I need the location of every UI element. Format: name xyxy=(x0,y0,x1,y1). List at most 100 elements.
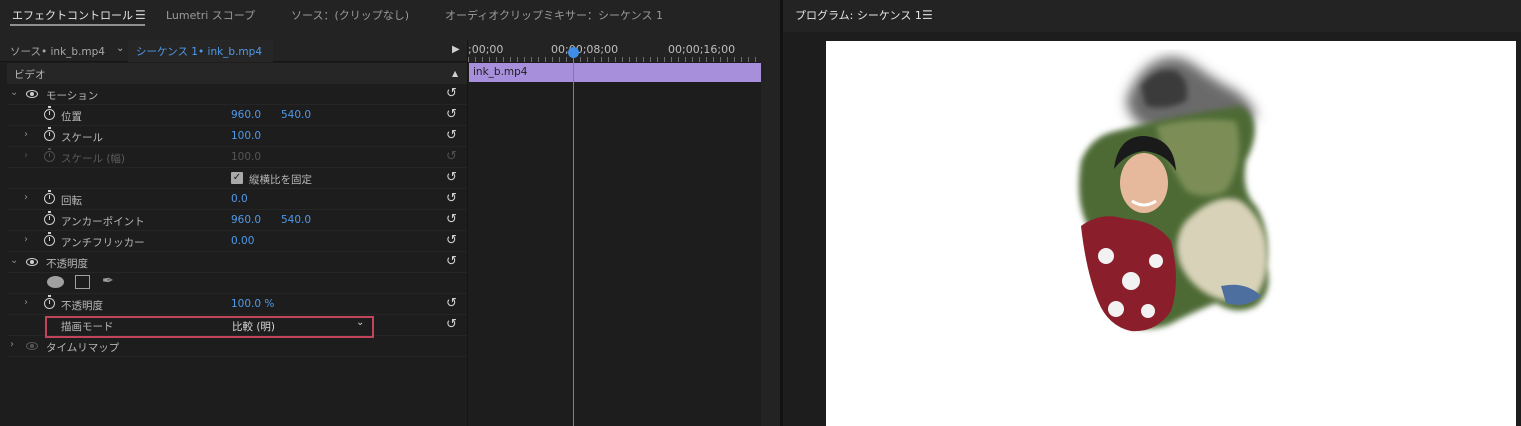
tab-source[interactable]: ソース：(クリップなし) xyxy=(291,7,409,23)
program-monitor: プログラム: シーケンス 1 ☰ xyxy=(783,0,1521,426)
param-scale: › スケール 100.0 ↺ xyxy=(7,126,467,147)
anti-flicker-value[interactable]: 0.00 xyxy=(231,235,254,247)
scale-width-label: スケール (幅) xyxy=(61,153,126,165)
active-tab-underline xyxy=(10,24,145,26)
expand-chevron-icon[interactable]: › xyxy=(24,234,28,245)
time-ruler[interactable]: ;00;00 00;00;08;00 00;00;16;00 xyxy=(468,40,761,62)
reset-icon[interactable]: ↺ xyxy=(446,128,457,143)
tab-effect-controls[interactable]: エフェクトコントロール xyxy=(12,7,133,23)
param-position: 位置 960.0 540.0 ↺ xyxy=(7,105,467,126)
video-section-label: ビデオ xyxy=(14,69,46,81)
ellipse-mask-icon[interactable] xyxy=(47,276,64,288)
position-x-value[interactable]: 960.0 xyxy=(231,109,261,121)
param-opacity: › 不透明度 100.0 % ↺ xyxy=(7,294,467,315)
scale-width-value: 100.0 xyxy=(231,151,262,163)
rotation-label: 回転 xyxy=(61,195,82,207)
tick-label: 00;00;16;00 xyxy=(668,43,736,56)
opacity-param-label: 不透明度 xyxy=(61,300,103,312)
uniform-scale-checkbox[interactable]: ✓ xyxy=(231,172,243,184)
stopwatch-icon[interactable] xyxy=(44,106,55,120)
reset-icon[interactable]: ↺ xyxy=(446,254,457,269)
scale-label: スケール xyxy=(61,132,103,144)
effect-controls-panel: エフェクトコントロール ☰ Lumetri スコープ ソース：(クリップなし) … xyxy=(0,0,781,426)
chevron-down-icon[interactable]: ⌄ xyxy=(116,43,124,54)
reset-icon: ↺ xyxy=(446,149,457,164)
tab-audio-clip-mixer[interactable]: オーディオクリップミキサー：シーケンス 1 xyxy=(445,7,663,23)
clip-bar[interactable]: ink_b.mp4 xyxy=(469,63,761,82)
param-anchor-point: アンカーポイント 960.0 540.0 ↺ xyxy=(7,210,467,231)
expand-chevron-icon[interactable]: › xyxy=(10,339,14,350)
uniform-scale-label: 縦横比を固定 xyxy=(249,174,312,186)
effects-list: ビデオ ⌄ モーション ↺ 位置 960.0 540.0 ↺ › スケール 10… xyxy=(0,63,467,426)
program-monitor-title[interactable]: プログラム: シーケンス 1 xyxy=(795,7,922,23)
tab-lumetri-scopes[interactable]: Lumetri スコープ xyxy=(166,7,255,23)
param-uniform-scale: ✓ 縦横比を固定 ↺ xyxy=(7,168,467,189)
reset-icon[interactable]: ↺ xyxy=(446,191,457,206)
panel-menu-icon[interactable]: ☰ xyxy=(922,8,933,22)
video-frame[interactable] xyxy=(826,41,1516,426)
effect-time-remap[interactable]: › タイムリマップ xyxy=(7,336,467,357)
position-label: 位置 xyxy=(61,111,82,123)
param-scale-width: › スケール (幅) 100.0 ↺ xyxy=(7,147,467,168)
reset-icon[interactable]: ↺ xyxy=(446,212,457,227)
video-section-header: ビデオ xyxy=(7,63,467,84)
program-canvas-area xyxy=(783,32,1521,426)
source-clip-label[interactable]: ソース• ink_b.mp4 xyxy=(10,44,105,59)
anchor-y-value[interactable]: 540.0 xyxy=(281,214,311,226)
collapse-chevron-icon[interactable]: ⌄ xyxy=(10,255,18,266)
stopwatch-icon xyxy=(44,148,55,162)
effect-timeline: ;00;00 00;00;08;00 00;00;16;00 ink_b.mp4 xyxy=(467,40,781,426)
collapse-chevron-icon[interactable]: ⌄ xyxy=(10,87,18,98)
play-triangle-icon[interactable]: ▶ xyxy=(452,44,460,55)
playhead-handle[interactable] xyxy=(568,47,579,58)
sequence-clip-label[interactable]: シーケンス 1• ink_b.mp4 xyxy=(128,40,273,62)
panel-menu-icon[interactable]: ☰ xyxy=(135,8,146,22)
scroll-up-icon[interactable]: ▲ xyxy=(452,69,458,78)
mask-tools-row: ✒ xyxy=(7,273,467,294)
reset-icon[interactable]: ↺ xyxy=(446,107,457,122)
reset-icon[interactable]: ↺ xyxy=(446,170,457,185)
source-sequence-row: ソース• ink_b.mp4 ⌄ シーケンス 1• ink_b.mp4 ▶ xyxy=(0,40,467,62)
eye-icon[interactable] xyxy=(26,258,38,266)
param-anti-flicker: › アンチフリッカー 0.00 ↺ xyxy=(7,231,467,252)
effect-motion[interactable]: ⌄ モーション ↺ xyxy=(7,84,467,105)
anchor-point-label: アンカーポイント xyxy=(61,216,145,228)
tab-bar: エフェクトコントロール ☰ Lumetri スコープ ソース：(クリップなし) … xyxy=(0,0,780,32)
opacity-label: 不透明度 xyxy=(46,258,88,270)
position-y-value[interactable]: 540.0 xyxy=(281,109,311,121)
reset-icon[interactable]: ↺ xyxy=(446,296,457,311)
expand-chevron-icon[interactable]: › xyxy=(24,297,28,308)
rectangle-mask-icon[interactable] xyxy=(75,275,90,289)
pen-mask-icon[interactable]: ✒ xyxy=(102,273,114,289)
ruler-ticks xyxy=(468,57,761,62)
eye-icon[interactable] xyxy=(26,342,38,350)
eye-icon[interactable] xyxy=(26,90,38,98)
stopwatch-icon[interactable] xyxy=(44,190,55,204)
stopwatch-icon[interactable] xyxy=(44,295,55,309)
reset-icon[interactable]: ↺ xyxy=(446,86,457,101)
timeline-edge xyxy=(761,40,781,426)
expand-chevron-icon: › xyxy=(24,150,28,161)
reset-icon[interactable]: ↺ xyxy=(446,233,457,248)
scale-value[interactable]: 100.0 xyxy=(231,130,261,142)
clip-name: ink_b.mp4 xyxy=(473,66,528,78)
playhead-line[interactable] xyxy=(573,50,574,426)
anchor-x-value[interactable]: 960.0 xyxy=(231,214,261,226)
blend-mode-highlight xyxy=(45,316,374,338)
stopwatch-icon[interactable] xyxy=(44,127,55,141)
expand-chevron-icon[interactable]: › xyxy=(24,129,28,140)
effect-opacity[interactable]: ⌄ 不透明度 ↺ xyxy=(7,252,467,273)
ink-reveal-image xyxy=(1078,57,1269,332)
stopwatch-icon[interactable] xyxy=(44,232,55,246)
expand-chevron-icon[interactable]: › xyxy=(24,192,28,203)
tick-label: 00;00;08;00 xyxy=(551,43,619,56)
stopwatch-icon[interactable] xyxy=(44,211,55,225)
rotation-value[interactable]: 0.0 xyxy=(231,193,248,205)
reset-icon[interactable]: ↺ xyxy=(446,317,457,332)
anti-flicker-label: アンチフリッカー xyxy=(61,237,145,249)
tick-label: ;00;00 xyxy=(468,43,504,56)
time-remap-label: タイムリマップ xyxy=(46,342,120,354)
motion-label: モーション xyxy=(46,90,99,102)
param-rotation: › 回転 0.0 ↺ xyxy=(7,189,467,210)
opacity-value[interactable]: 100.0 % xyxy=(231,298,274,310)
